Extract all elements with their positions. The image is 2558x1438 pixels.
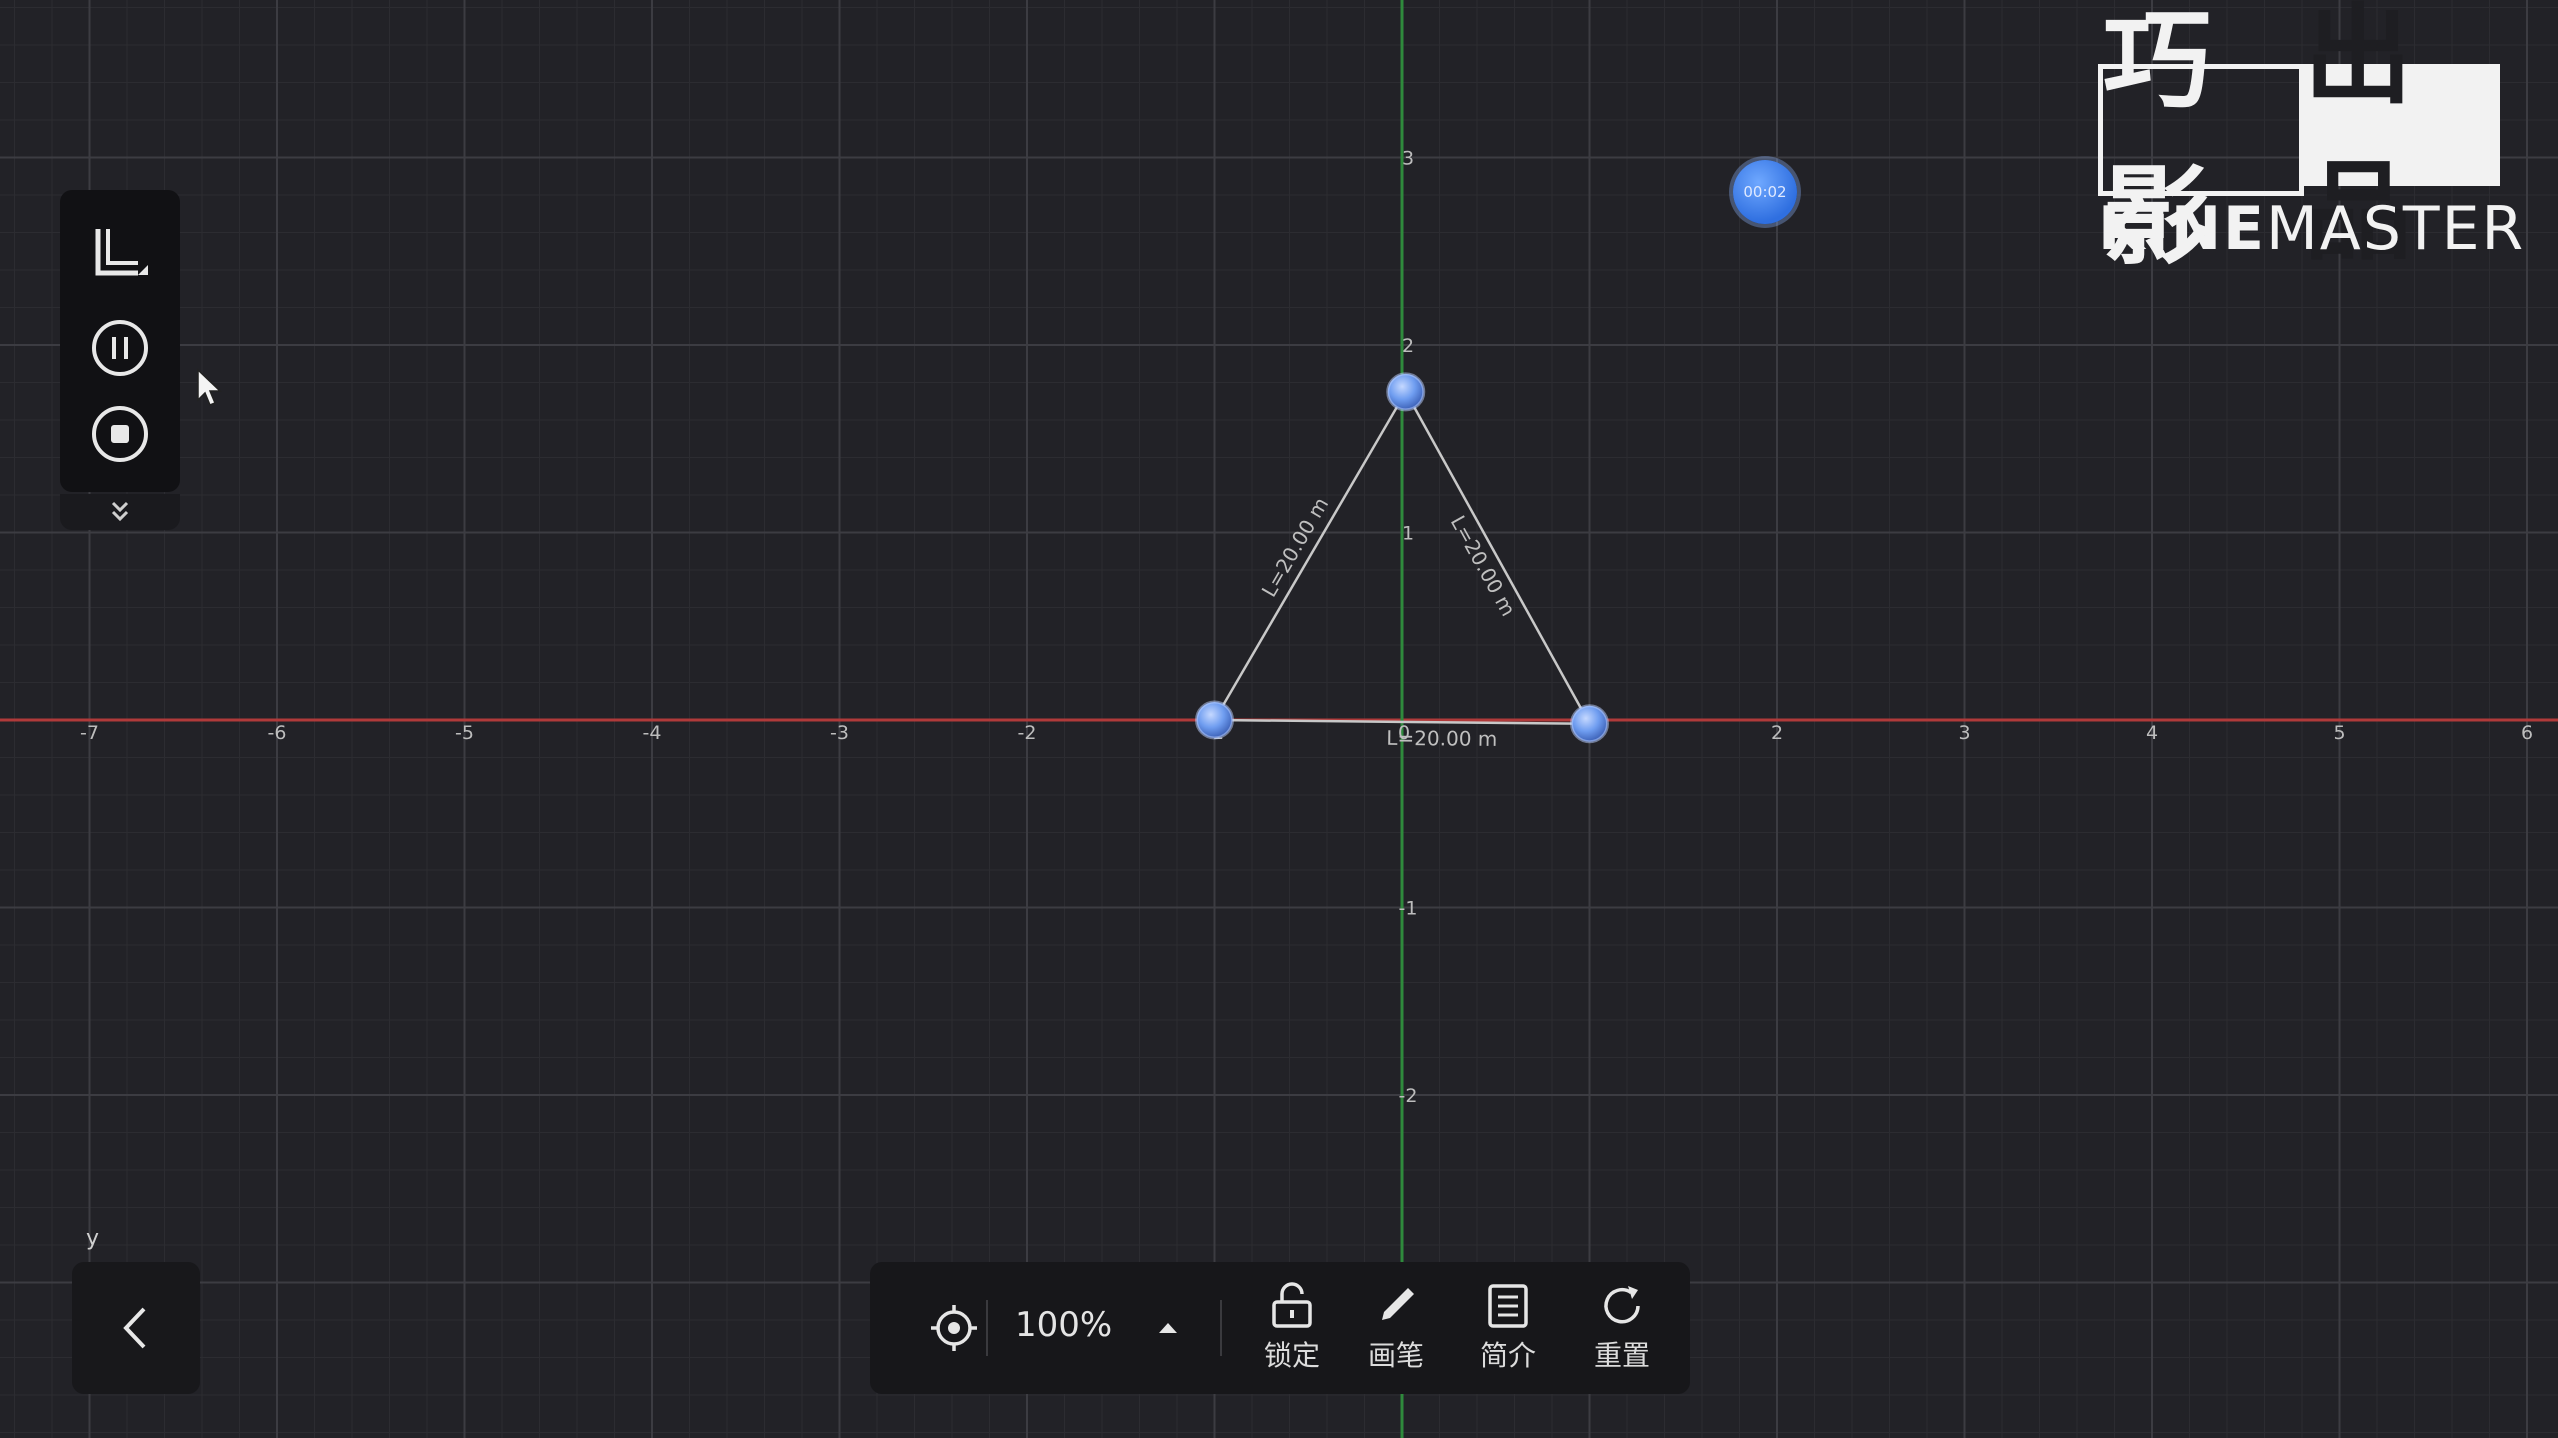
y-tick-label: 3 <box>1402 148 1414 170</box>
unlock-icon <box>1272 1282 1312 1328</box>
bottom-toolbar: 锁定 画笔 简介 重置 <box>870 1262 1690 1394</box>
mouse-cursor-icon <box>197 368 222 406</box>
reset-label: 重置 <box>1593 1339 1650 1372</box>
zoom-menu-button[interactable] <box>1138 1262 1198 1394</box>
toolbar-divider <box>1220 1300 1222 1356</box>
y-tick-label: -2 <box>1399 1085 1418 1107</box>
point-A[interactable] <box>1195 700 1234 740</box>
pause-button[interactable] <box>60 310 180 386</box>
pen-icon <box>1382 1288 1414 1320</box>
x-tick-label: 5 <box>2333 722 2345 744</box>
segment-CA <box>1213 391 1407 721</box>
kinemaster-watermark: 巧影 出品 KINEMASTER <box>2098 0 2523 280</box>
left-tool-panel <box>60 190 180 492</box>
brand-cn-right: 出品 <box>2304 0 2500 275</box>
stop-button[interactable] <box>60 396 180 472</box>
x-tick-label: -6 <box>268 722 287 744</box>
triangle-up-icon <box>1159 1323 1177 1333</box>
x-tick-label: 2 <box>1771 722 1783 744</box>
stop-icon <box>92 406 148 462</box>
point-B[interactable] <box>1570 704 1609 744</box>
pen-button[interactable]: 画笔 <box>1346 1262 1446 1394</box>
segment-length-label: L=20.00 m <box>1446 511 1521 620</box>
chevron-double-down-icon <box>111 501 129 522</box>
segment-length-label: L=20.00 m <box>1257 493 1334 601</box>
x-tick-label: 3 <box>1958 722 1970 744</box>
y-tick-label: 2 <box>1402 335 1414 357</box>
collapse-panel-button[interactable] <box>60 494 180 530</box>
x-tick-labels: -7-6-5-4-3-2-1023456 <box>80 722 2533 744</box>
x-tick-label: -7 <box>80 722 99 744</box>
pause-icon <box>92 320 148 376</box>
back-button[interactable] <box>72 1262 200 1394</box>
chevron-left-icon <box>123 1307 146 1349</box>
zoom-level[interactable]: 100% <box>1015 1305 1112 1345</box>
x-tick-label: 6 <box>2521 722 2533 744</box>
brand-cn-left: 巧影 <box>2098 0 2304 280</box>
point-C[interactable] <box>1386 372 1426 412</box>
segment-length-label: L=20.00 m <box>1386 726 1497 751</box>
axes-button[interactable] <box>60 220 180 290</box>
brand-en: KINEMASTER <box>2098 194 2523 264</box>
x-tick-label: -4 <box>643 722 662 744</box>
intro-label: 简介 <box>1479 1339 1536 1372</box>
locate-button[interactable] <box>914 1262 994 1394</box>
lock-label: 锁定 <box>1263 1339 1320 1372</box>
lock-button[interactable]: 锁定 <box>1242 1262 1342 1394</box>
x-tick-label: -3 <box>830 722 849 744</box>
axes-icon <box>95 229 148 276</box>
y-axis-label: y <box>86 1226 100 1251</box>
toolbar-divider <box>986 1300 988 1356</box>
pen-label: 画笔 <box>1367 1339 1424 1372</box>
intro-button[interactable]: 简介 <box>1458 1262 1558 1394</box>
x-tick-label: 4 <box>2146 722 2158 744</box>
timer-bubble[interactable]: 00:02 <box>1733 160 1797 224</box>
reset-button[interactable]: 重置 <box>1572 1262 1672 1394</box>
brand-en-right: MASTER <box>2266 194 2526 264</box>
y-tick-label: -1 <box>1399 898 1418 920</box>
list-icon <box>1488 1284 1528 1328</box>
x-tick-label: -2 <box>1018 722 1037 744</box>
crosshair-icon <box>931 1305 977 1351</box>
refresh-icon <box>1604 1286 1640 1324</box>
x-tick-label: -5 <box>455 722 474 744</box>
segment-CB <box>1404 391 1591 725</box>
brand-en-left: KINE <box>2098 194 2267 264</box>
y-tick-label: 1 <box>1402 523 1414 545</box>
